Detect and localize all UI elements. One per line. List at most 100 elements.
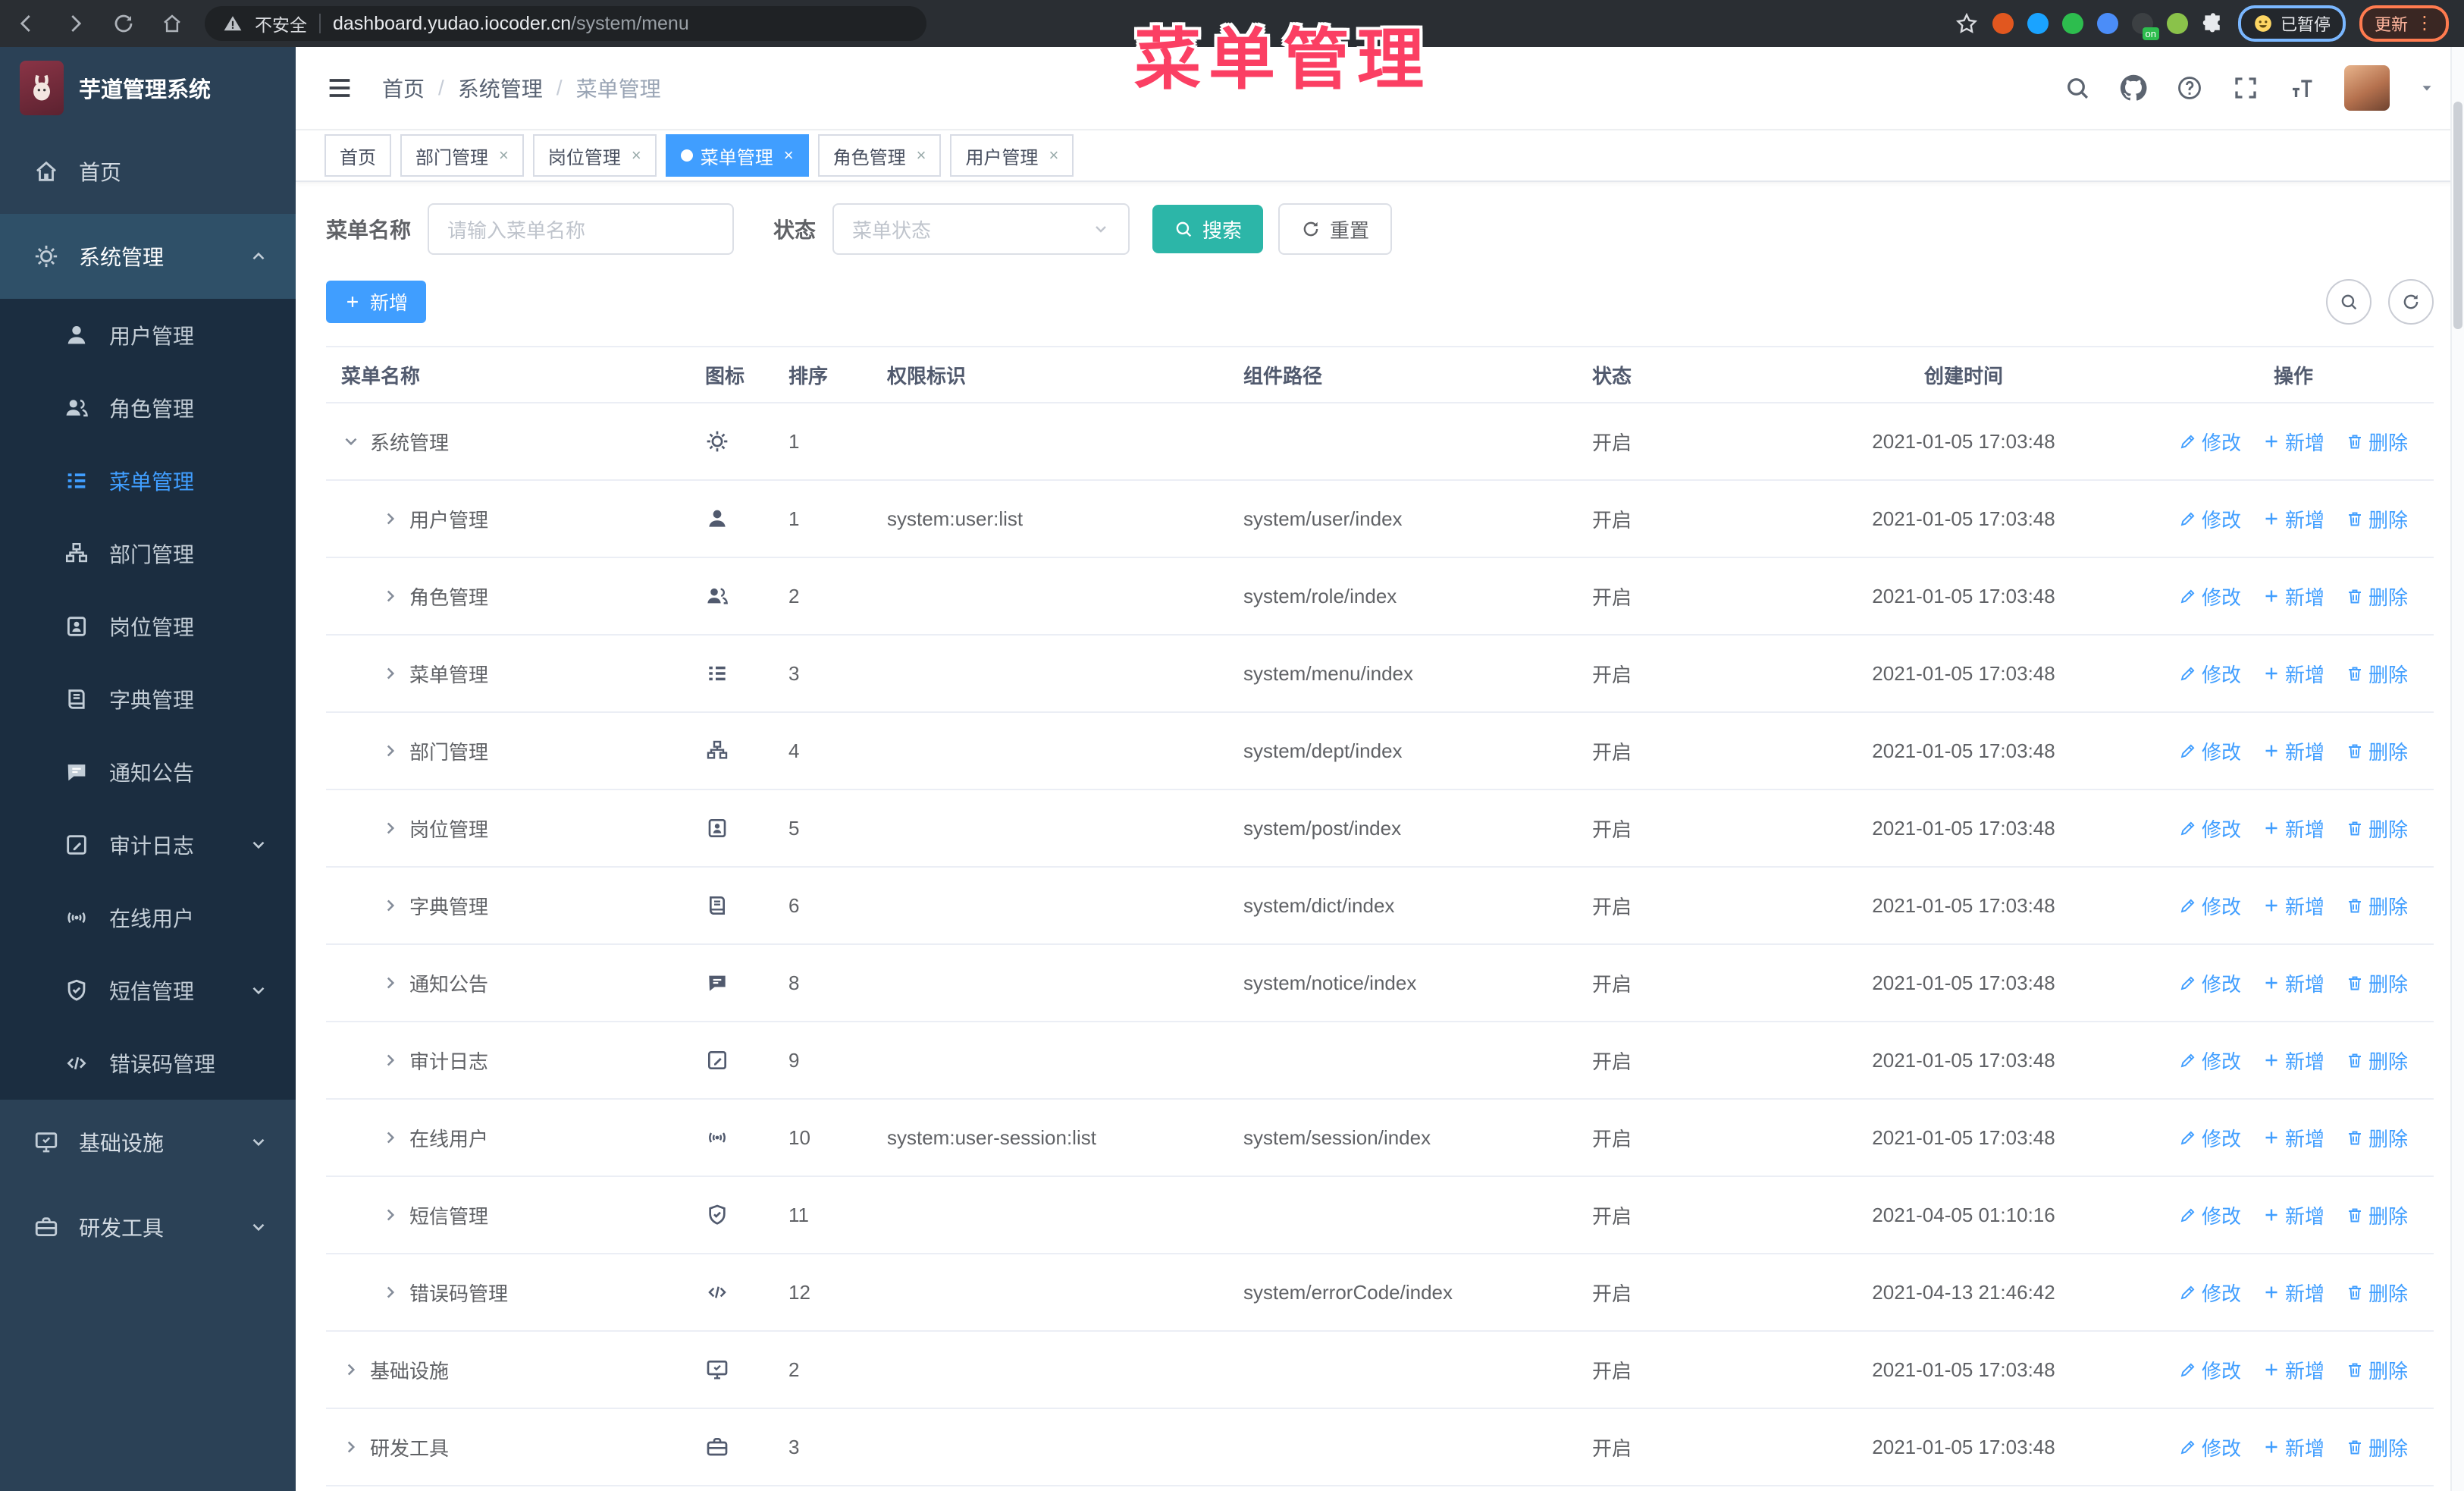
- row-action-修改[interactable]: 修改: [2179, 1124, 2241, 1152]
- row-action-新增[interactable]: 新增: [2262, 428, 2324, 456]
- row-action-新增[interactable]: 新增: [2262, 660, 2324, 688]
- table-row[interactable]: 系统管理 1 开启 2021-01-05 17:03:48 修改 新增 删除: [326, 403, 2434, 481]
- browser-reload-icon[interactable]: [112, 12, 135, 35]
- sidebar-item-研发工具[interactable]: 研发工具: [0, 1185, 296, 1270]
- table-row[interactable]: 研发工具 3 开启 2021-01-05 17:03:48 修改 新增 删除: [326, 1409, 2434, 1486]
- row-action-删除[interactable]: 删除: [2346, 1356, 2408, 1384]
- menu-name-input[interactable]: 请输入菜单名称: [428, 203, 735, 255]
- table-row[interactable]: 角色管理 2 system/role/index 开启 2021-01-05 17:03…: [326, 558, 2434, 636]
- row-action-删除[interactable]: 删除: [2346, 737, 2408, 765]
- row-action-新增[interactable]: 新增: [2262, 969, 2324, 997]
- table-row[interactable]: 用户管理 1 system:user:list system/user/index 开启…: [326, 481, 2434, 558]
- row-action-新增[interactable]: 新增: [2262, 1124, 2324, 1152]
- add-button[interactable]: 新增: [326, 281, 427, 323]
- screenshot-extension-icon[interactable]: on: [2131, 13, 2159, 40]
- address-bar[interactable]: 不安全 dashboard.yudao.iocoder.cn/system/me…: [205, 6, 926, 41]
- sidebar-item-系统管理[interactable]: 系统管理: [0, 214, 296, 299]
- row-action-修改[interactable]: 修改: [2179, 428, 2241, 456]
- avatar[interactable]: [2344, 65, 2390, 111]
- row-action-新增[interactable]: 新增: [2262, 1433, 2324, 1461]
- row-action-删除[interactable]: 删除: [2346, 1433, 2408, 1461]
- page-scrollbar[interactable]: [2450, 47, 2464, 1491]
- row-action-删除[interactable]: 删除: [2346, 505, 2408, 533]
- sidebar-item-字典管理[interactable]: 字典管理: [0, 663, 296, 736]
- bookmark-star-icon[interactable]: [1955, 11, 1979, 36]
- row-action-新增[interactable]: 新增: [2262, 1047, 2324, 1075]
- tab-close-icon[interactable]: ×: [1049, 146, 1058, 165]
- row-action-新增[interactable]: 新增: [2262, 815, 2324, 843]
- browser-home-icon[interactable]: [161, 12, 183, 35]
- tab-close-icon[interactable]: ×: [499, 146, 509, 165]
- table-row[interactable]: 菜单管理 3 system/menu/index 开启 2021-01-05 17:03…: [326, 636, 2434, 713]
- row-action-修改[interactable]: 修改: [2179, 1433, 2241, 1461]
- row-action-新增[interactable]: 新增: [2262, 737, 2324, 765]
- ubuntu-extension-icon[interactable]: [1992, 13, 2014, 34]
- github-icon[interactable]: [2120, 74, 2147, 102]
- tab-角色管理[interactable]: 角色管理 ×: [817, 134, 942, 177]
- row-action-新增[interactable]: 新增: [2262, 892, 2324, 920]
- row-action-修改[interactable]: 修改: [2179, 815, 2241, 843]
- sidebar-item-用户管理[interactable]: 用户管理: [0, 299, 296, 372]
- sidebar-item-错误码管理[interactable]: 错误码管理: [0, 1027, 296, 1100]
- update-button[interactable]: 更新 ⋮: [2359, 5, 2449, 42]
- sidebar-item-在线用户[interactable]: 在线用户: [0, 881, 296, 954]
- tab-部门管理[interactable]: 部门管理 ×: [400, 134, 524, 177]
- table-row[interactable]: 通知公告 8 system/notice/index 开启 2021-01-05 17:…: [326, 945, 2434, 1022]
- scrollbar-thumb[interactable]: [2453, 102, 2462, 329]
- row-action-修改[interactable]: 修改: [2179, 969, 2241, 997]
- breadcrumb-item[interactable]: 首页: [382, 73, 425, 103]
- row-action-删除[interactable]: 删除: [2346, 428, 2408, 456]
- table-row[interactable]: 部门管理 4 system/dept/index 开启 2021-01-05 17:03…: [326, 713, 2434, 790]
- row-action-删除[interactable]: 删除: [2346, 1201, 2408, 1229]
- app-logo[interactable]: 芋道管理系统: [0, 47, 296, 129]
- sidebar-item-短信管理[interactable]: 短信管理: [0, 954, 296, 1027]
- table-row[interactable]: 短信管理 11 开启 2021-04-05 01:10:16 修改 新增 删除: [326, 1177, 2434, 1254]
- paused-badge[interactable]: 已暂停: [2237, 5, 2346, 42]
- tab-岗位管理[interactable]: 岗位管理 ×: [532, 134, 657, 177]
- row-action-删除[interactable]: 删除: [2346, 1047, 2408, 1075]
- search-button[interactable]: 搜索: [1152, 205, 1264, 253]
- table-row[interactable]: 错误码管理 12 system/errorCode/index 开启 2021-04-1…: [326, 1254, 2434, 1332]
- table-row[interactable]: 在线用户 10 system:user-session:list system/ses…: [326, 1100, 2434, 1177]
- row-action-新增[interactable]: 新增: [2262, 1201, 2324, 1229]
- bot-extension-icon[interactable]: [2166, 13, 2188, 34]
- row-action-修改[interactable]: 修改: [2179, 892, 2241, 920]
- help-icon[interactable]: [2176, 74, 2203, 102]
- tabs-extension-icon[interactable]: [2096, 13, 2118, 34]
- extensions-puzzle-icon[interactable]: [2202, 12, 2224, 35]
- row-action-修改[interactable]: 修改: [2179, 582, 2241, 611]
- table-row[interactable]: 审计日志 9 开启 2021-01-05 17:03:48 修改 新增 删除: [326, 1022, 2434, 1100]
- sidebar-item-首页[interactable]: 首页: [0, 129, 296, 214]
- refresh-table-button[interactable]: [2388, 279, 2434, 325]
- sidebar-item-部门管理[interactable]: 部门管理: [0, 517, 296, 590]
- tab-close-icon[interactable]: ×: [632, 146, 641, 165]
- row-action-修改[interactable]: 修改: [2179, 1047, 2241, 1075]
- sidebar-item-基础设施[interactable]: 基础设施: [0, 1100, 296, 1185]
- sidebar-item-岗位管理[interactable]: 岗位管理: [0, 590, 296, 663]
- user-menu-caret-icon[interactable]: [2419, 80, 2435, 96]
- row-action-删除[interactable]: 删除: [2346, 582, 2408, 611]
- tab-菜单管理[interactable]: 菜单管理 ×: [665, 134, 809, 177]
- toggle-search-button[interactable]: [2326, 279, 2372, 325]
- tab-close-icon[interactable]: ×: [917, 146, 926, 165]
- row-action-删除[interactable]: 删除: [2346, 1279, 2408, 1307]
- status-select[interactable]: 菜单状态: [832, 203, 1130, 255]
- row-action-删除[interactable]: 删除: [2346, 892, 2408, 920]
- row-action-新增[interactable]: 新增: [2262, 582, 2324, 611]
- row-action-新增[interactable]: 新增: [2262, 1356, 2324, 1384]
- sidebar-item-菜单管理[interactable]: 菜单管理: [0, 444, 296, 517]
- row-action-修改[interactable]: 修改: [2179, 660, 2241, 688]
- collapse-sidebar-icon[interactable]: [324, 73, 355, 103]
- table-row[interactable]: 岗位管理 5 system/post/index 开启 2021-01-05 17:03…: [326, 790, 2434, 868]
- row-action-删除[interactable]: 删除: [2346, 969, 2408, 997]
- row-action-新增[interactable]: 新增: [2262, 1279, 2324, 1307]
- row-action-修改[interactable]: 修改: [2179, 1201, 2241, 1229]
- fullscreen-icon[interactable]: [2232, 74, 2259, 102]
- tab-首页[interactable]: 首页: [324, 134, 391, 177]
- row-action-删除[interactable]: 删除: [2346, 815, 2408, 843]
- check-extension-icon[interactable]: [2061, 13, 2083, 34]
- row-action-修改[interactable]: 修改: [2179, 737, 2241, 765]
- row-action-修改[interactable]: 修改: [2179, 1279, 2241, 1307]
- browser-menu-dots-icon[interactable]: ⋮: [2415, 14, 2434, 33]
- sidebar-item-审计日志[interactable]: 审计日志: [0, 808, 296, 881]
